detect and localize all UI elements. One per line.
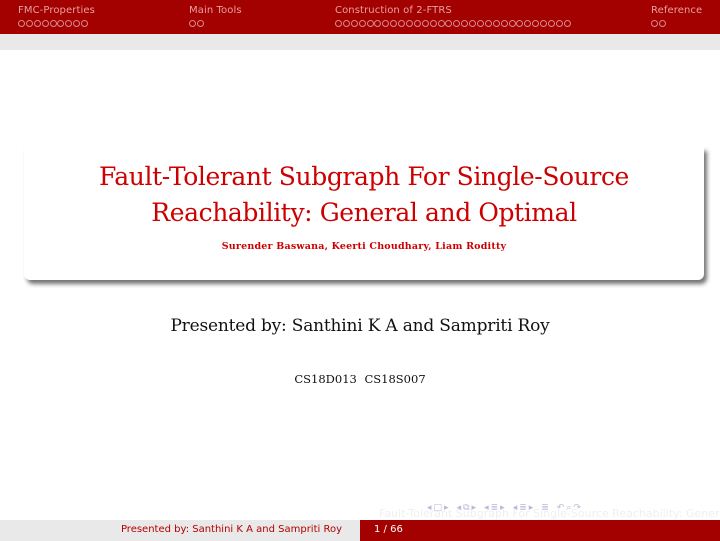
frame-dots	[189, 20, 242, 27]
nav-section-fmc-properties[interactable]: FMC-Properties	[18, 5, 95, 27]
footer-page-panel: 1 / 66	[360, 520, 720, 541]
paper-authors: Surender Baswana, Keerti Choudhary, Liam…	[221, 241, 507, 252]
frame-dot[interactable]	[516, 20, 524, 27]
frame-dot[interactable]	[25, 20, 33, 27]
forward-icon[interactable]: ↷	[573, 503, 581, 513]
frame-dot[interactable]	[33, 20, 41, 27]
frame-dot[interactable]	[398, 20, 406, 27]
frame-dot[interactable]	[73, 20, 81, 27]
frame-dot[interactable]	[358, 20, 366, 27]
frame-dot[interactable]	[196, 20, 204, 27]
frame-dot[interactable]	[429, 20, 437, 27]
frame-dot[interactable]	[406, 20, 414, 27]
frame-dot[interactable]	[492, 20, 500, 27]
frame-dot[interactable]	[477, 20, 485, 27]
frame-dot[interactable]	[41, 20, 49, 27]
subsection-icon[interactable]: ⧉	[463, 503, 469, 513]
frame-dot[interactable]	[65, 20, 73, 27]
section-label[interactable]: Main Tools	[189, 5, 242, 17]
frame-dot[interactable]	[81, 20, 89, 27]
presenters: Presented by: Santhini K A and Sampriti …	[170, 316, 550, 336]
frame-dot[interactable]	[342, 20, 350, 27]
nav-section-reference[interactable]: Reference	[651, 5, 702, 27]
page-number: 1 / 66	[374, 524, 403, 535]
section-label[interactable]: Construction of 2-FTRS	[335, 5, 572, 17]
title-line-2: Reachability: General and Optimal	[151, 198, 577, 227]
frame-dot[interactable]	[189, 20, 196, 27]
section-label[interactable]: FMC-Properties	[18, 5, 95, 17]
section-next-icon[interactable]: ▸	[500, 503, 505, 513]
frame-dot[interactable]	[445, 20, 453, 27]
frame-dot[interactable]	[350, 20, 358, 27]
section-label[interactable]: Reference	[651, 5, 702, 17]
nav-section-main-tools[interactable]: Main Tools	[189, 5, 242, 27]
doc-next-icon[interactable]: ▸	[529, 503, 534, 513]
search-icon[interactable]: ⌕	[566, 503, 571, 513]
presentation-title: Fault-Tolerant Subgraph For Single-Sourc…	[24, 159, 704, 231]
frame-dot[interactable]	[437, 20, 445, 27]
frame-dot[interactable]	[366, 20, 374, 27]
frame-dot[interactable]	[532, 20, 540, 27]
frame-dot[interactable]	[555, 20, 563, 27]
section-icon[interactable]: ≣	[491, 503, 499, 513]
frame-dots	[335, 20, 572, 27]
title-block: Fault-Tolerant Subgraph For Single-Sourc…	[24, 147, 704, 280]
frame-dot[interactable]	[461, 20, 469, 27]
back-icon[interactable]: ↶	[557, 503, 565, 513]
frame-dot[interactable]	[382, 20, 390, 27]
header-subbar	[0, 34, 720, 50]
subsection-next-icon[interactable]: ▸	[472, 503, 477, 513]
frame-dot[interactable]	[421, 20, 429, 27]
frame-dots	[18, 20, 95, 27]
toc-icon[interactable]: ≣	[541, 503, 549, 513]
frame-dot[interactable]	[563, 20, 571, 27]
frame-dot[interactable]	[524, 20, 532, 27]
frame-dot[interactable]	[651, 20, 658, 27]
frame-icon[interactable]: □	[434, 503, 443, 513]
frame-next-icon[interactable]: ▸	[444, 503, 449, 513]
frame-dot[interactable]	[413, 20, 421, 27]
frame-dot[interactable]	[540, 20, 548, 27]
frame-prev-icon[interactable]: ◂	[427, 503, 432, 513]
student-ids: CS18D013 CS18S007	[294, 372, 426, 386]
nav-section-construction[interactable]: Construction of 2-FTRS	[335, 5, 572, 27]
frame-dot[interactable]	[335, 20, 342, 27]
beamer-navigation-symbols: ◂ □ ▸ ◂ ⧉ ▸ ◂ ≣ ▸ ◂ ≣ ▸ ≣ ↶ ⌕ ↷	[427, 502, 583, 514]
frame-dot[interactable]	[49, 20, 57, 27]
frame-dot[interactable]	[658, 20, 666, 27]
doc-icon[interactable]: ≣	[519, 503, 527, 513]
footer-presenters: Presented by: Santhini K A and Sampriti …	[120, 524, 342, 535]
subsection-prev-icon[interactable]: ◂	[457, 503, 462, 513]
footer-author-panel: Presented by: Santhini K A and Sampriti …	[0, 520, 360, 541]
frame-dot[interactable]	[469, 20, 477, 27]
frame-dot[interactable]	[484, 20, 492, 27]
title-line-1: Fault-Tolerant Subgraph For Single-Sourc…	[99, 162, 629, 191]
frame-dot[interactable]	[57, 20, 65, 27]
frame-dot[interactable]	[500, 20, 508, 27]
frame-dots	[651, 20, 702, 27]
section-prev-icon[interactable]: ◂	[484, 503, 489, 513]
frame-dot[interactable]	[453, 20, 461, 27]
frame-dot[interactable]	[374, 20, 382, 27]
doc-prev-icon[interactable]: ◂	[513, 503, 518, 513]
frame-dot[interactable]	[390, 20, 398, 27]
frame-dot[interactable]	[508, 20, 516, 27]
frame-dot[interactable]	[548, 20, 556, 27]
frame-dot[interactable]	[18, 20, 25, 27]
navigation-header: FMC-Properties Main Tools Construction o…	[0, 0, 720, 34]
